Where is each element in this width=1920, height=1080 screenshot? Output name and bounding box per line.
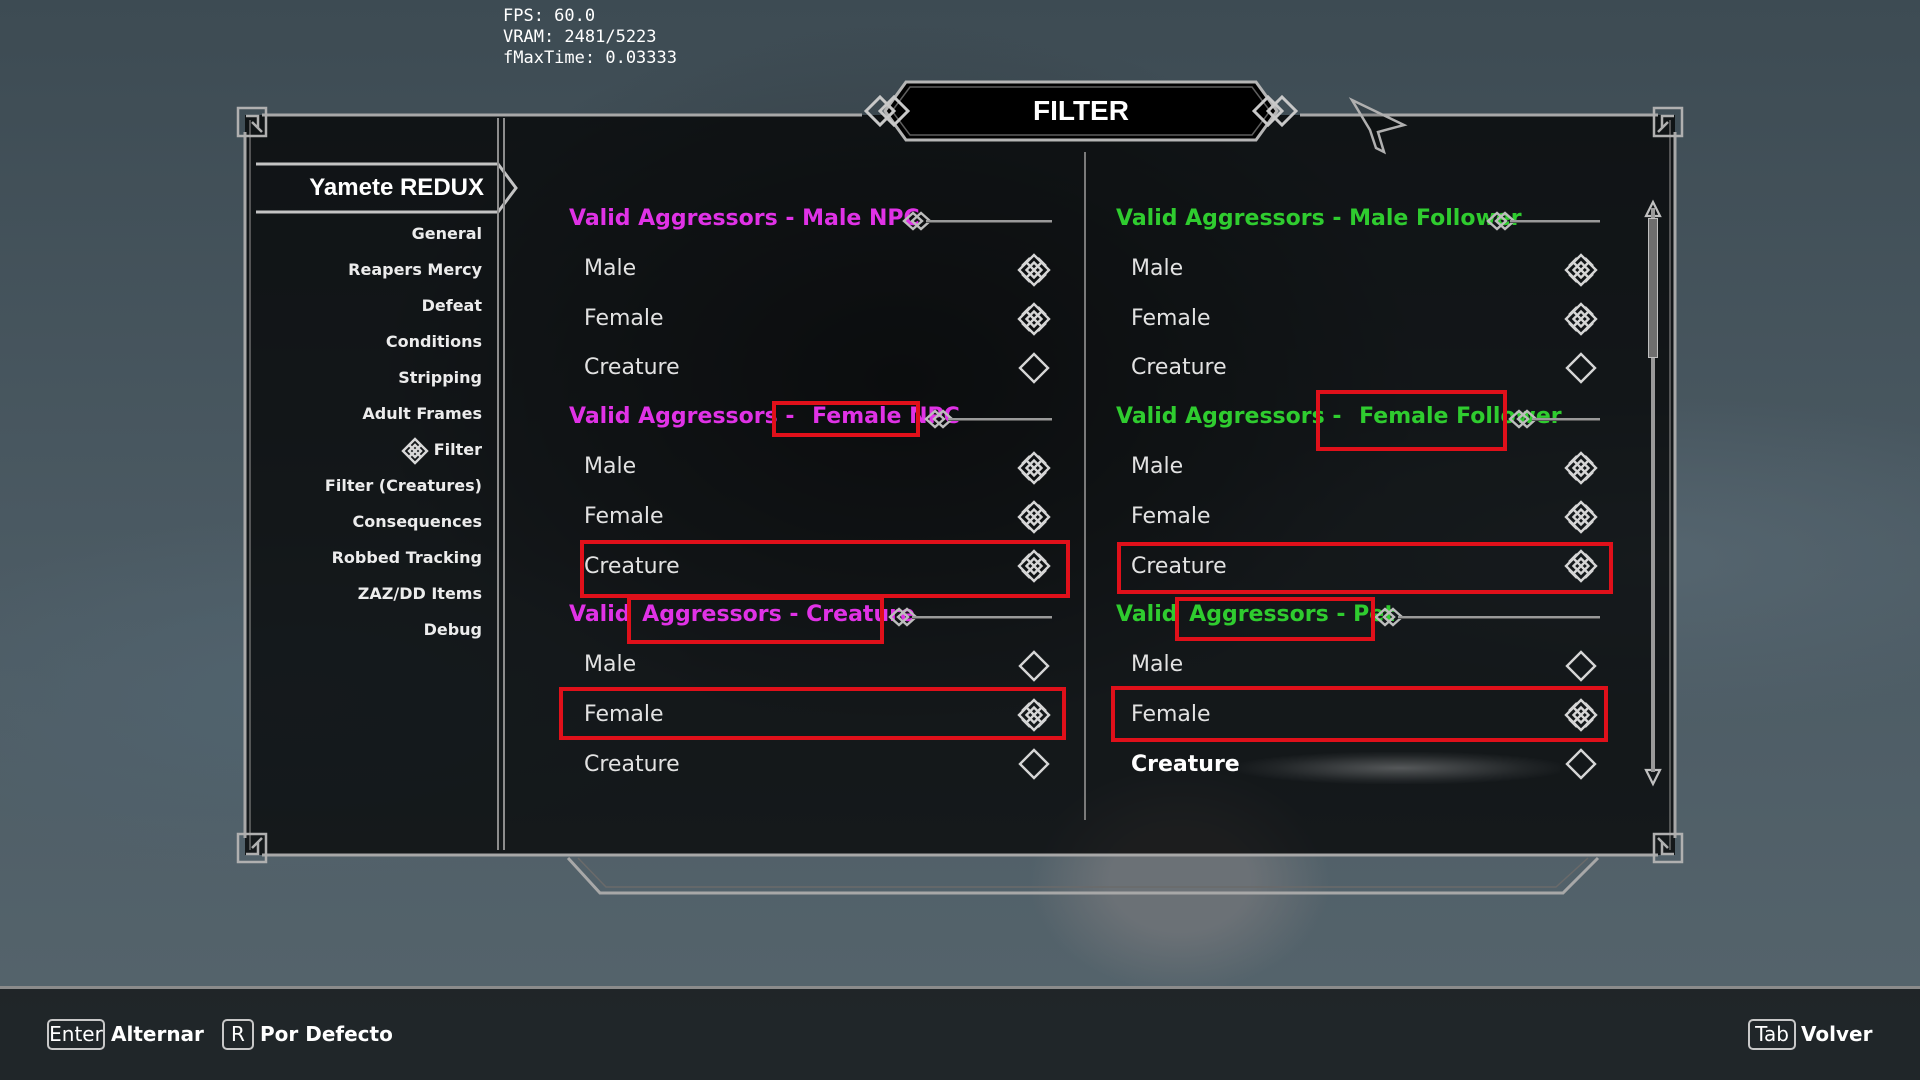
option-male-npc-female[interactable]: Female [584, 306, 664, 331]
knot-checked-icon [1564, 451, 1598, 485]
section-header-female-npc: Valid Aggressors - Female NPC [569, 404, 960, 429]
toggle-male-follower-female[interactable] [1563, 301, 1599, 337]
diamond-unchecked-icon [1018, 352, 1050, 384]
toggle-pet-female[interactable] [1563, 697, 1599, 733]
header-rule [1374, 607, 1600, 627]
section-header-prefix: Valid [569, 602, 639, 627]
scrollbar-thumb[interactable] [1648, 218, 1658, 358]
section-header-pet: Valid Aggressors - Pet [1116, 602, 1395, 627]
section-header-prefix: Valid Aggressors - [1116, 404, 1350, 429]
sidebar-item-robbed-tracking[interactable]: Robbed Tracking [332, 548, 482, 567]
option-creature-female[interactable]: Female [584, 702, 664, 727]
option-male-npc-male[interactable]: Male [584, 256, 636, 281]
toggle-female-follower-creature[interactable] [1563, 548, 1599, 584]
section-header-creature: Valid Aggressors - Creature [569, 602, 915, 627]
header-rule [1486, 211, 1600, 231]
section-header-male-follower: Valid Aggressors - Male Follower [1116, 206, 1522, 231]
toggle-creature-female[interactable] [1016, 697, 1052, 733]
key-r[interactable]: R [222, 1019, 254, 1050]
sidebar-item-conditions[interactable]: Conditions [386, 332, 482, 351]
toggle-male-npc-male[interactable] [1016, 252, 1052, 288]
toggle-pet-creature[interactable] [1563, 746, 1599, 782]
option-female-npc-female[interactable]: Female [584, 504, 664, 529]
section-header-prefix: Valid Aggressors - [569, 404, 803, 429]
option-female-follower-female[interactable]: Female [1131, 504, 1211, 529]
toggle-hint[interactable]: Alternar [111, 1020, 204, 1048]
section-header-male-npc: Valid Aggressors - Male NPC [569, 206, 920, 231]
toggle-female-npc-female[interactable] [1016, 499, 1052, 535]
default-hint[interactable]: Por Defecto [260, 1020, 393, 1048]
toggle-female-follower-male[interactable] [1563, 450, 1599, 486]
knot-checked-icon [1564, 698, 1598, 732]
key-tab[interactable]: Tab [1748, 1019, 1796, 1050]
option-pet-creature[interactable]: Creature [1131, 752, 1240, 777]
mod-title[interactable]: Yamete REDUX [258, 168, 490, 208]
knot-checked-icon [1017, 549, 1051, 583]
sidebar-item-zaz-dd-items[interactable]: ZAZ/DD Items [358, 584, 482, 603]
option-male-follower-female[interactable]: Female [1131, 306, 1211, 331]
toggle-male-follower-creature[interactable] [1563, 350, 1599, 386]
knot-checked-icon [1017, 302, 1051, 336]
toggle-male-npc-female[interactable] [1016, 301, 1052, 337]
sidebar-item-filter-creatures[interactable]: Filter (Creatures) [325, 476, 482, 495]
option-pet-female[interactable]: Female [1131, 702, 1211, 727]
option-creature-creature[interactable]: Creature [584, 752, 680, 777]
sidebar-item-adult-frames[interactable]: Adult Frames [362, 404, 482, 423]
diamond-unchecked-icon [1565, 650, 1597, 682]
back-hint[interactable]: Volver [1801, 1020, 1872, 1048]
toggle-female-npc-male[interactable] [1016, 450, 1052, 486]
option-pet-male[interactable]: Male [1131, 652, 1183, 677]
key-enter[interactable]: Enter [47, 1019, 105, 1050]
section-header-prefix: Valid [1116, 602, 1186, 627]
option-female-npc-male[interactable]: Male [584, 454, 636, 479]
section-header-female-follower: Valid Aggressors - Female Follower [1116, 404, 1562, 429]
sidebar-item-defeat[interactable]: Defeat [422, 296, 482, 315]
option-creature-male[interactable]: Male [584, 652, 636, 677]
sidebar-item-general[interactable]: General [412, 224, 482, 243]
section-header-highlight: Aggressors - Creature [642, 602, 915, 627]
toggle-male-npc-creature[interactable] [1016, 350, 1052, 386]
header-rule [888, 607, 1052, 627]
knot-checked-icon [1564, 253, 1598, 287]
knot-checked-icon [1017, 451, 1051, 485]
toggle-male-follower-male[interactable] [1563, 252, 1599, 288]
sidebar-item-debug[interactable]: Debug [424, 620, 482, 639]
sidebar-item-filter[interactable]: Filter [434, 440, 482, 459]
option-female-follower-creature[interactable]: Creature [1131, 554, 1227, 579]
header-rule [924, 409, 1052, 429]
knot-checked-icon [1564, 500, 1598, 534]
knot-checked-icon [1017, 500, 1051, 534]
toggle-creature-male[interactable] [1016, 648, 1052, 684]
diamond-unchecked-icon [1018, 650, 1050, 682]
diamond-unchecked-icon [1565, 352, 1597, 384]
option-male-npc-creature[interactable]: Creature [584, 355, 680, 380]
diamond-unchecked-icon [1565, 748, 1597, 780]
toggle-creature-creature[interactable] [1016, 746, 1052, 782]
option-female-follower-male[interactable]: Male [1131, 454, 1183, 479]
sidebar-item-consequences[interactable]: Consequences [353, 512, 482, 531]
option-male-follower-male[interactable]: Male [1131, 256, 1183, 281]
toggle-pet-male[interactable] [1563, 648, 1599, 684]
option-female-npc-creature[interactable]: Creature [584, 554, 680, 579]
panel-frame [236, 80, 1684, 895]
toggle-female-npc-creature[interactable] [1016, 548, 1052, 584]
knot-checked-icon [1564, 302, 1598, 336]
toggle-female-follower-female[interactable] [1563, 499, 1599, 535]
knot-checked-icon [1017, 698, 1051, 732]
knot-checked-icon [1017, 253, 1051, 287]
header-rule [902, 211, 1052, 231]
sidebar-item-stripping[interactable]: Stripping [398, 368, 482, 387]
title-bar: FILTER [885, 80, 1277, 142]
sidebar-item-reapers-mercy[interactable]: Reapers Mercy [348, 260, 482, 279]
page-title: FILTER [1033, 95, 1129, 126]
diamond-unchecked-icon [1018, 748, 1050, 780]
sidebar-separator [497, 118, 505, 850]
mouse-cursor-icon [1348, 97, 1408, 155]
active-selector-icon [401, 437, 429, 465]
knot-checked-icon [1564, 549, 1598, 583]
option-male-follower-creature[interactable]: Creature [1131, 355, 1227, 380]
header-rule [1508, 409, 1600, 429]
section-header-highlight: Aggressors - Pet [1189, 602, 1395, 627]
column-separator [1084, 152, 1086, 820]
